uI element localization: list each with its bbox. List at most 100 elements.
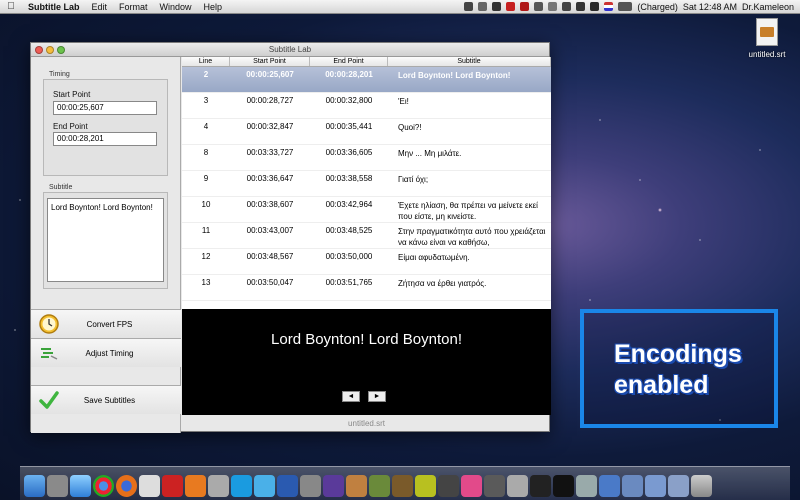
desktop-file[interactable]: untitled.srt [740, 18, 794, 59]
table-row[interactable]: 12 00:03:48,567 00:03:50,000 Είμαι αφυδατωμ… [182, 249, 551, 275]
apple-menu-icon[interactable]:  [0, 1, 22, 12]
app-icon[interactable] [369, 475, 390, 497]
app-icon[interactable] [323, 475, 344, 497]
tray-app-icon[interactable] [534, 2, 544, 11]
column-header-subtitle[interactable]: Subtitle [388, 57, 551, 66]
volume-icon[interactable] [590, 2, 600, 11]
subtitle-text-area[interactable]: Lord Boynton! Lord Boynton! [47, 198, 164, 282]
badge-line-1: Encodings [614, 340, 742, 368]
table-row[interactable]: 3 00:00:28,727 00:00:32,800 'Ει! [182, 93, 551, 119]
badge-line-2: enabled [614, 371, 709, 399]
app-icon[interactable] [392, 475, 413, 497]
column-header-start[interactable]: Start Point [230, 57, 310, 66]
table-header: Line Start Point End Point Subtitle [182, 57, 551, 67]
app-store-icon[interactable] [70, 475, 91, 497]
cell-start: 00:00:32,847 [246, 122, 294, 131]
start-point-field[interactable]: 00:00:25,607 [53, 101, 157, 115]
table-row[interactable]: 10 00:03:38,607 00:03:42,964 Έχετε ηλίαση, … [182, 197, 551, 223]
adjust-timing-button[interactable]: Adjust Timing [31, 338, 181, 367]
trash-icon[interactable] [691, 475, 712, 497]
column-header-line[interactable]: Line [182, 57, 230, 66]
window-titlebar[interactable]: Subtitle Lab [31, 43, 549, 57]
bluetooth-icon[interactable] [562, 2, 572, 11]
app-icon[interactable] [346, 475, 367, 497]
table-body: 2 00:00:25,607 00:00:28,201 Lord Boynton! L… [182, 67, 551, 301]
menu-format[interactable]: Format [113, 2, 154, 12]
table-row[interactable]: 4 00:00:32,847 00:00:35,441 Quoi?! [182, 119, 551, 145]
menu-help[interactable]: Help [198, 2, 229, 12]
user-name[interactable]: Dr.Kameleon [742, 2, 794, 12]
cell-subtitle: Είμαι αφυδατωμένη. [398, 253, 470, 262]
fireworks-icon[interactable] [415, 475, 436, 497]
activity-monitor-icon[interactable] [530, 475, 551, 497]
table-row[interactable]: 13 00:03:50,047 00:03:51,765 Ζήτησα να έρθε… [182, 275, 551, 301]
app-icon[interactable] [254, 475, 275, 497]
system-preferences-icon[interactable] [507, 475, 528, 497]
zoom-window-button[interactable] [57, 46, 65, 54]
app-icon[interactable] [484, 475, 505, 497]
xampp-icon[interactable] [185, 475, 206, 497]
documents-folder-icon[interactable] [622, 475, 643, 497]
time-machine-icon[interactable] [548, 2, 558, 11]
battery-icon[interactable] [618, 2, 633, 11]
cell-subtitle: Lord Boynton! Lord Boynton! [398, 71, 511, 80]
cell-line: 11 [201, 226, 211, 235]
clock[interactable]: Sat 12:48 AM [683, 2, 737, 12]
table-row[interactable]: 9 00:03:36,647 00:03:38,558 Γιατί όχι; [182, 171, 551, 197]
input-flag-icon[interactable] [604, 2, 614, 11]
subtitle-preview: Lord Boynton! Lord Boynton! ◄ ► [182, 309, 551, 415]
app-icon[interactable] [162, 475, 183, 497]
safari-icon[interactable] [139, 475, 160, 497]
flash-builder-icon[interactable] [438, 475, 459, 497]
tray-record-icon[interactable] [506, 2, 516, 11]
cell-end: 00:03:51,765 [325, 278, 373, 287]
convert-fps-button[interactable]: Convert FPS [31, 309, 181, 338]
next-subtitle-button[interactable]: ► [368, 391, 386, 402]
chrome-icon[interactable] [93, 475, 114, 497]
preview-text: Lord Boynton! Lord Boynton! [271, 331, 462, 348]
downloads-folder-icon[interactable] [645, 475, 666, 497]
menu-edit[interactable]: Edit [86, 2, 114, 12]
column-header-end[interactable]: End Point [310, 57, 388, 66]
launchpad-icon[interactable] [47, 475, 68, 497]
save-subtitles-label: Save Subtitles [83, 395, 136, 405]
menu-app-name[interactable]: Subtitle Lab [22, 2, 86, 12]
previous-subtitle-button[interactable]: ◄ [342, 391, 360, 402]
app-icon[interactable] [461, 475, 482, 497]
end-point-field[interactable]: 00:00:28,201 [53, 132, 157, 146]
sidebar: Timing Start Point 00:00:25,607 End Poin… [31, 57, 181, 433]
folder-icon[interactable] [668, 475, 689, 497]
cell-line: 12 [201, 252, 211, 261]
terminal-icon[interactable] [553, 475, 574, 497]
tray-record-icon[interactable] [520, 2, 530, 11]
cell-line: 2 [203, 70, 209, 79]
wifi-icon[interactable] [576, 2, 586, 11]
table-row[interactable]: 8 00:03:33,727 00:03:36,605 Μην ... Μη μιλά… [182, 145, 551, 171]
cell-line: 4 [203, 122, 209, 131]
app-icon[interactable] [576, 475, 597, 497]
tray-app-icon[interactable] [464, 2, 474, 11]
subtitle-table[interactable]: Line Start Point End Point Subtitle 2 00:… [182, 57, 551, 309]
table-row[interactable]: 2 00:00:25,607 00:00:28,201 Lord Boynton! L… [182, 67, 551, 93]
finder-icon[interactable] [24, 475, 45, 497]
minimize-window-button[interactable] [46, 46, 54, 54]
firefox-icon[interactable] [116, 475, 137, 497]
cell-end: 00:00:28,201 [325, 70, 373, 79]
convert-fps-label: Convert FPS [86, 319, 133, 329]
tray-app-icon[interactable] [492, 2, 502, 11]
skype-icon[interactable] [231, 475, 252, 497]
menu-window[interactable]: Window [154, 2, 198, 12]
app-icon[interactable] [208, 475, 229, 497]
app-icon[interactable] [300, 475, 321, 497]
cell-subtitle: Ζήτησα να έρθει γιατρός. [398, 279, 487, 288]
close-window-button[interactable] [35, 46, 43, 54]
menu-extras: (Charged) Sat 12:48 AM Dr.Kameleon [464, 2, 800, 12]
cell-end: 00:03:48,525 [325, 226, 373, 235]
app-icon[interactable] [277, 475, 298, 497]
table-row[interactable]: 11 00:03:43,007 00:03:48,525 Στην πραγματικ… [182, 223, 551, 249]
tray-app-icon[interactable] [478, 2, 488, 11]
start-point-label: Start Point [53, 90, 91, 99]
cell-end: 00:03:50,000 [325, 252, 373, 261]
save-subtitles-button[interactable]: Save Subtitles [31, 385, 181, 414]
app-icon[interactable] [599, 475, 620, 497]
